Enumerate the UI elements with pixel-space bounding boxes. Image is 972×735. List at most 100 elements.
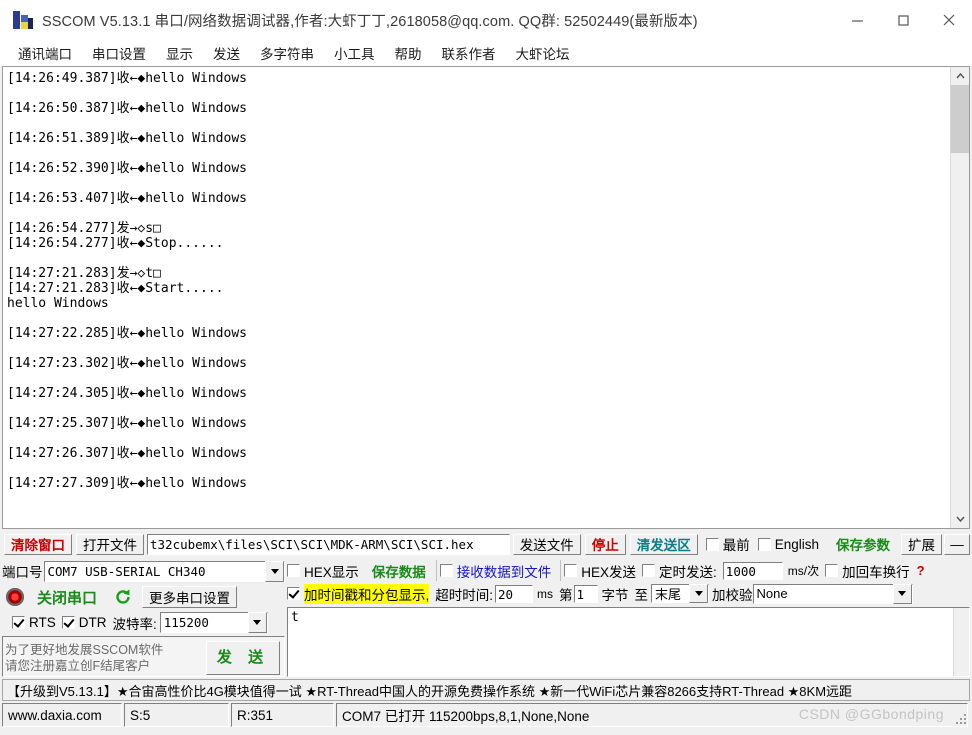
clear-window-button[interactable]: 清除窗口 [4, 533, 72, 555]
promo-line-2: 请您注册嘉立创F结尾客户 [5, 658, 151, 673]
receive-log-text[interactable]: [14:26:49.387]收←◆hello Windows [14:26:50.… [3, 67, 950, 528]
more-serial-settings-button[interactable]: 更多串口设置 [142, 586, 238, 608]
promo-banner[interactable]: 【升级到V5.13.1】★合宙高性价比4G模块值得一试 ★RT-Thread中国… [2, 679, 970, 701]
log-line: [14:26:49.387]收←◆hello Windows [7, 71, 247, 86]
timed-send-input[interactable]: 1000 [722, 561, 783, 580]
timed-send-checkbox[interactable] [642, 564, 656, 577]
clear-send-area-button[interactable]: 清发送区 [629, 533, 698, 555]
dtr-checkbox[interactable] [61, 616, 75, 629]
menu-item-display[interactable]: 显示 [156, 41, 203, 65]
timestamp-label: 加时间戳和分包显示, [304, 583, 430, 604]
send-button[interactable]: 发 送 [206, 640, 280, 675]
english-checkbox[interactable] [757, 537, 771, 551]
menu-item-contact-author[interactable]: 联系作者 [432, 41, 506, 65]
window-controls [834, 0, 972, 40]
hex-display-label: HEX显示 [304, 564, 359, 580]
chevron-down-icon[interactable] [892, 583, 912, 604]
timeout-unit: ms [537, 586, 554, 601]
hex-send-label: HEX发送 [581, 564, 637, 580]
topmost-checkbox-group[interactable]: 最前 [705, 534, 756, 554]
scroll-down-arrow-icon[interactable] [951, 510, 969, 528]
byte-to-value: 末尾 [655, 587, 682, 602]
chevron-down-icon[interactable] [247, 612, 267, 633]
port-select-value: COM7 USB-SERIAL CH340 [47, 563, 206, 579]
english-label: English [774, 536, 819, 552]
minimize-button[interactable] [834, 0, 880, 40]
send-file-button[interactable]: 发送文件 [512, 533, 581, 555]
baud-rate-select[interactable]: 115200 [159, 612, 268, 633]
log-line: [14:27:21.283]收←◆Start..... [7, 281, 224, 296]
menu-bar: 通讯端口 串口设置 显示 发送 多字符串 小工具 帮助 联系作者 大虾论坛 [0, 40, 972, 66]
collapse-button[interactable]: — [944, 533, 970, 555]
scroll-thumb[interactable] [951, 85, 969, 153]
scroll-up-arrow-icon[interactable] [951, 67, 969, 85]
byte-to-label: 至 [634, 587, 649, 603]
baud-rate-label: 波特率: [112, 616, 157, 632]
log-line: [14:27:24.305]收←◆hello Windows [7, 386, 247, 401]
menu-item-send[interactable]: 发送 [203, 41, 250, 65]
log-line: [14:27:25.307]收←◆hello Windows [7, 416, 247, 431]
receive-log-scrollbar[interactable] [950, 67, 969, 528]
menu-item-help[interactable]: 帮助 [385, 41, 432, 65]
status-bar: www.daxia.com S:5 R:351 COM7 已打开 115200b… [2, 703, 970, 727]
watermark-text: CSDN @GGbondping [798, 706, 944, 722]
byte-from-input[interactable]: 1 [573, 584, 598, 603]
log-line: [14:27:21.283]发→◇t□ [7, 266, 161, 281]
log-line: [14:26:54.277]发→◇s□ [7, 221, 161, 236]
window-title: SSCOM V5.13.1 串口/网络数据调试器,作者:大虾丁丁,2618058… [42, 13, 698, 30]
menu-item-comm-port[interactable]: 通讯端口 [8, 41, 82, 65]
log-line: hello Windows [7, 296, 109, 311]
extend-button[interactable]: 扩展 [901, 533, 942, 555]
save-data-button[interactable]: 保存数据 [364, 560, 433, 581]
timed-send-label: 定时发送: [659, 564, 717, 580]
byte-from-label: 第 [559, 587, 573, 603]
option-row-2: 加时间戳和分包显示, 超时时间: 20 ms 第 1 字节 至 末尾 加校验 N… [287, 582, 970, 605]
timeout-input[interactable]: 20 [495, 584, 534, 603]
help-icon[interactable]: ? [917, 563, 925, 578]
chevron-down-icon[interactable] [689, 584, 709, 603]
log-line: [14:27:27.309]收←◆hello Windows [7, 476, 247, 491]
timestamp-checkbox[interactable] [287, 587, 300, 600]
rts-checkbox[interactable] [12, 616, 25, 629]
send-options-panel: HEX显示 保存数据 接收数据到文件 HEX发送 定时发送: 1000 ms/次… [287, 559, 970, 677]
stop-button[interactable]: 停止 [584, 533, 626, 555]
open-file-button[interactable]: 打开文件 [76, 533, 144, 555]
status-website[interactable]: www.daxia.com [2, 703, 122, 727]
hex-send-checkbox[interactable] [564, 564, 578, 577]
option-rows: HEX显示 保存数据 接收数据到文件 HEX发送 定时发送: 1000 ms/次… [287, 559, 970, 605]
config-area: 端口号 COM7 USB-SERIAL CH340 关闭串口 更多串口设置 RT… [0, 557, 972, 677]
log-line: [14:26:51.389]收←◆hello Windows [7, 131, 247, 146]
refresh-ports-icon[interactable] [112, 586, 134, 608]
close-button[interactable] [926, 0, 972, 40]
log-line: [14:26:53.407]收←◆hello Windows [7, 191, 247, 206]
save-params-button[interactable]: 保存参数 [829, 533, 897, 555]
port-controls-row: 关闭串口 更多串口设置 [2, 583, 285, 611]
recv-to-file-checkbox[interactable] [439, 564, 453, 577]
byte-unit-label: 字节 [601, 587, 629, 603]
close-port-button[interactable]: 关闭串口 [28, 585, 107, 609]
menu-item-forum[interactable]: 大虾论坛 [506, 41, 580, 65]
file-path-input[interactable]: t32cubemx\files\SCI\SCI\MDK-ARM\SCI\SCI.… [147, 533, 510, 555]
topmost-checkbox[interactable] [705, 537, 719, 551]
chevron-down-icon[interactable] [265, 560, 284, 582]
maximize-button[interactable] [880, 0, 926, 40]
hex-display-checkbox[interactable] [287, 564, 300, 577]
log-line: [14:26:52.390]收←◆hello Windows [7, 161, 247, 176]
log-line: [14:26:54.277]收←◆Stop...... [7, 236, 224, 251]
send-text-area[interactable]: t [287, 607, 970, 677]
app-logo-icon [12, 9, 34, 31]
menu-item-serial-settings[interactable]: 串口设置 [82, 41, 156, 65]
menu-item-tools[interactable]: 小工具 [324, 41, 385, 65]
dtr-label: DTR [78, 615, 107, 630]
checksum-label: 加校验 [712, 587, 753, 603]
send-area-scrollbar[interactable] [953, 608, 969, 676]
log-line: [14:27:22.285]收←◆hello Windows [7, 326, 247, 341]
byte-to-select[interactable]: 末尾 [651, 584, 710, 603]
title-bar: SSCOM V5.13.1 串口/网络数据调试器,作者:大虾丁丁,2618058… [0, 0, 972, 40]
resize-grip-icon[interactable] [954, 712, 968, 726]
crlf-checkbox[interactable] [825, 564, 839, 577]
port-select[interactable]: COM7 USB-SERIAL CH340 [43, 560, 285, 582]
menu-item-multi-string[interactable]: 多字符串 [250, 41, 324, 65]
checksum-select[interactable]: None [752, 583, 913, 604]
english-checkbox-group[interactable]: English [757, 536, 825, 552]
